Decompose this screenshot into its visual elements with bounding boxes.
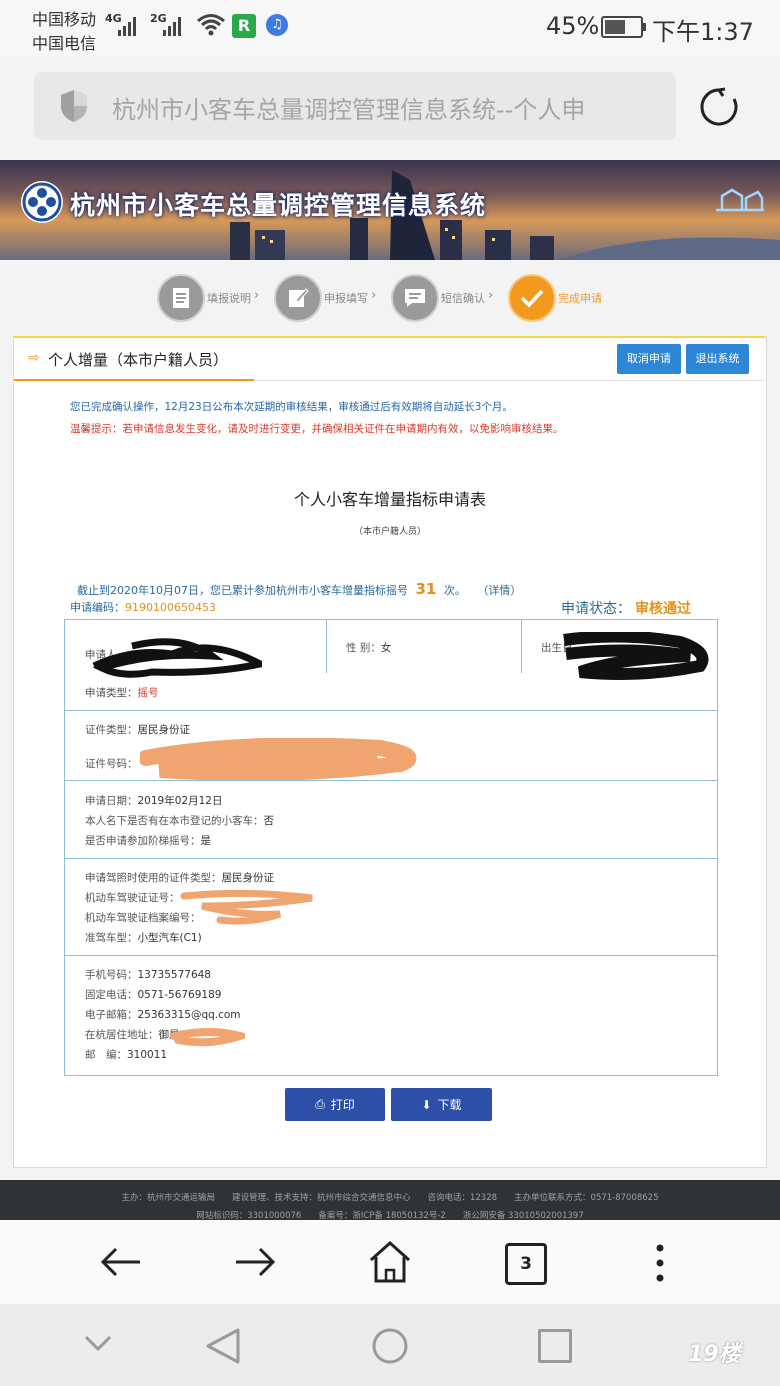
section-arrow-icon: ⇨ [28,350,40,366]
signal-1-icon [118,16,136,36]
music-icon: ♫ [266,14,288,36]
collapse-chevron-icon[interactable] [84,1334,112,1352]
step-arrow-2: › [371,288,377,303]
apply-type-field: 申请类型：摇号 [85,687,159,699]
tabs-count-button[interactable]: 3 [505,1243,547,1285]
shield-icon [58,88,90,124]
id-type-field: 证件类型：居民身份证 [85,724,190,736]
section-title: 个人增量（本市户籍人员） [48,351,229,369]
redaction-scribble-id [138,737,425,781]
cancel-application-button[interactable]: 取消申请 [617,344,681,374]
apply-date-field: 申请日期：2019年02月12日 [85,795,223,807]
carrier-1: 中国移动 [32,10,97,29]
warm-reminder: 温馨提示：若申请信息发生变化，请及时进行变更，并确保相关证件在申请期内有效，以免… [70,423,564,435]
download-icon: ⬇ [421,1097,432,1112]
exit-system-button[interactable]: 退出系统 [686,344,749,374]
status-value: 审核通过 [635,601,691,617]
carrier-2: 中国电信 [32,34,97,53]
step-1-icon [157,274,205,322]
code-value: 9190100650453 [125,601,216,614]
details-link[interactable]: （详情） [477,584,521,597]
form-subtitle: （本市户籍人员） [353,527,426,537]
site-logo-icon [20,180,64,224]
step-3-label: 短信确认 [441,292,485,305]
step-4-check-icon [508,274,556,322]
summary-suffix: 次。 [443,584,466,597]
watermark-logo: 19楼 [688,1342,741,1367]
signal-2-icon [163,16,181,36]
id-number-label: 证件号码： [85,758,138,770]
summary-prefix: 截止到2020年10月07日，您已累计参加杭州市小客车增量指标摇号 [77,584,408,597]
wifi-icon [196,12,226,36]
print-button[interactable]: ⎙ 打印 [285,1088,385,1121]
back-arrow-icon[interactable] [100,1244,142,1280]
redaction-scribble-birth [560,630,715,682]
step-2-label: 申报填写 [324,292,368,305]
step-3-icon [391,274,439,322]
more-menu-icon[interactable] [655,1244,665,1284]
home-icon[interactable] [368,1240,412,1284]
step-arrow-1: › [254,288,260,303]
clock: 下午1:37 [652,18,754,46]
site-title: 杭州市小客车总量调控管理信息系统 [70,191,487,220]
status-label: 申请状态： [561,601,631,617]
nav-back-icon[interactable] [205,1327,241,1365]
step-arrow-3: › [488,288,494,303]
form-title: 个人小客车增量指标申请表 [293,490,486,509]
tiered-lottery-field: 是否申请参加阶梯摇号：是 [85,835,211,847]
redaction-scribble-name [92,628,271,682]
gender-field: 性 别：女 [346,642,392,654]
footer-line-1: 主办：杭州市交通运输局 建设管理、技术支持：杭州市综合交通信息中心 咨询电话：1… [121,1193,659,1203]
email-field: 电子邮箱：25363315@qq.com [85,1009,241,1021]
print-icon: ⎙ [315,1097,325,1111]
nav-home-icon[interactable] [371,1327,409,1365]
mobile-field: 手机号码：13735577648 [85,969,211,981]
application-code: 申请编码：9190100650453 [70,599,216,615]
vehicle-class-field: 准驾车型：小型汽车(C1) [85,932,202,944]
zip-field: 邮 编：310011 [85,1049,168,1061]
completion-notice: 您已完成确认操作，12月23日公布本次延期的审核结果，审核通过后有效期将自动延长… [70,401,513,413]
download-button[interactable]: ⬇ 下载 [391,1088,492,1121]
hangzhou-emblem-icon [712,184,768,214]
redaction-scribble-license [180,886,320,926]
license-id-type-field: 申请驾照时使用的证件类型：居民身份证 [85,872,274,884]
battery-icon [601,16,646,38]
step-1-label: 填报说明 [207,292,251,305]
code-label: 申请编码： [70,601,125,614]
lottery-count: 31 [415,580,437,598]
landline-field: 固定电话：0571-56769189 [85,989,222,1001]
forward-arrow-icon[interactable] [234,1244,276,1280]
card-top-accent [14,336,765,338]
application-status: 申请状态： 审核通过 [561,598,691,618]
license-number-label: 机动车驾驶证证号： [85,892,180,904]
step-2-icon [274,274,322,322]
page-title-url[interactable]: 杭州市小客车总量调控管理信息系统--个人申 [112,90,667,125]
redaction-scribble-address [170,1026,254,1048]
section-title-underline [14,379,254,381]
step-4-label: 完成申请 [558,292,602,305]
battery-percent: 45% [546,12,600,40]
lottery-summary: 截止到2020年10月07日，您已累计参加杭州市小客车增量指标摇号 31 次。 … [77,580,521,598]
app-notification-icon: R [232,14,256,38]
nav-recents-icon[interactable] [538,1329,572,1363]
address-field: 在杭居住地址：御晨 [85,1029,180,1041]
owns-car-field: 本人名下是否有在本市登记的小客车：否 [85,815,274,827]
refresh-icon[interactable] [698,86,740,128]
